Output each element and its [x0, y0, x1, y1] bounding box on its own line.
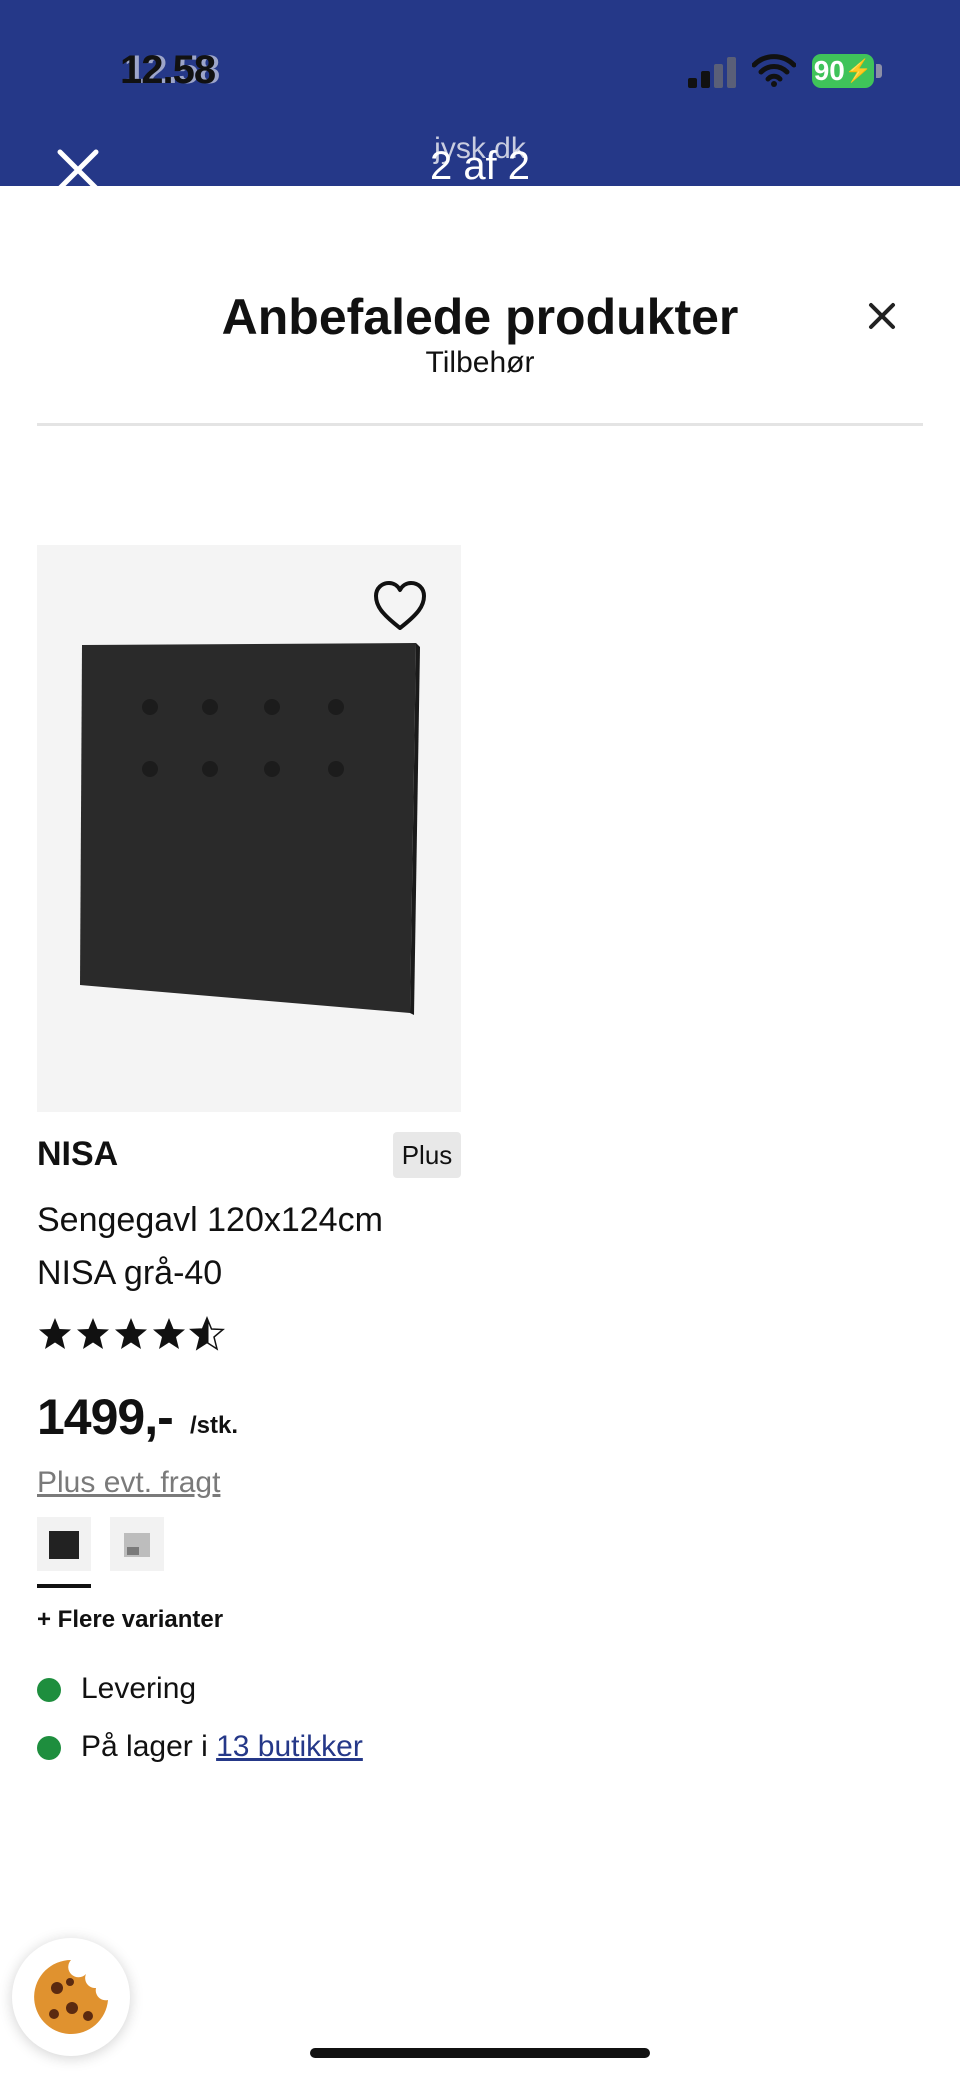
product-description-line2: NISA grå-40: [37, 1254, 223, 1292]
page-counter: 2 af 2: [429, 144, 531, 188]
stock-status: På lager i 13 butikker: [81, 1730, 363, 1764]
heart-icon[interactable]: [372, 580, 428, 632]
battery-icon: 90 ⚡: [812, 54, 874, 88]
wifi-icon: [752, 54, 796, 87]
delivery-status-dot: [37, 1678, 61, 1702]
stores-link[interactable]: 13 butikker: [216, 1730, 363, 1763]
cookie-icon: [34, 1960, 108, 2034]
product-description-line1: Sengegavl 120x124cm: [37, 1201, 383, 1239]
star-icon: [153, 1318, 185, 1349]
selected-variant-indicator: [37, 1584, 91, 1588]
sheet-title: Anbefalede produkter: [221, 289, 739, 345]
header-divider: [37, 423, 923, 426]
product-description[interactable]: Sengegavl 120x124cm NISA grå-40: [37, 1194, 457, 1300]
headboard-image: [80, 643, 420, 1015]
home-indicator: [310, 2048, 650, 2058]
signal-icon: [688, 56, 736, 88]
sheet-subtitle: Tilbehør: [425, 346, 535, 379]
battery-tip: [876, 64, 882, 78]
star-icon: [115, 1318, 147, 1349]
price-unit: /stk.: [190, 1412, 239, 1439]
status-time: 12.58: [120, 48, 216, 92]
close-icon[interactable]: [866, 300, 898, 332]
delivery-label: Levering: [81, 1672, 197, 1705]
plus-badge: Plus: [393, 1132, 461, 1178]
stock-status-dot: [37, 1736, 61, 1760]
freight-link[interactable]: Plus evt. fragt: [37, 1466, 220, 1500]
product-price: 1499,-: [37, 1389, 174, 1445]
variant-light-thumbnail: [124, 1533, 150, 1557]
cookie-settings-button[interactable]: [12, 1938, 130, 2056]
stock-prefix: På lager i: [81, 1730, 208, 1763]
variant-swatch-dark[interactable]: [37, 1517, 91, 1571]
more-variants-link[interactable]: + Flere varianter: [37, 1606, 223, 1634]
star-icon: [39, 1318, 71, 1349]
star-half-icon: [189, 1316, 225, 1351]
variant-dark-thumbnail: [49, 1531, 79, 1559]
product-brand: NISA: [37, 1135, 119, 1173]
rating-stars: [39, 1316, 225, 1351]
variant-swatch-light[interactable]: [110, 1517, 164, 1571]
battery-level: 90: [813, 55, 845, 86]
star-icon: [77, 1318, 109, 1349]
